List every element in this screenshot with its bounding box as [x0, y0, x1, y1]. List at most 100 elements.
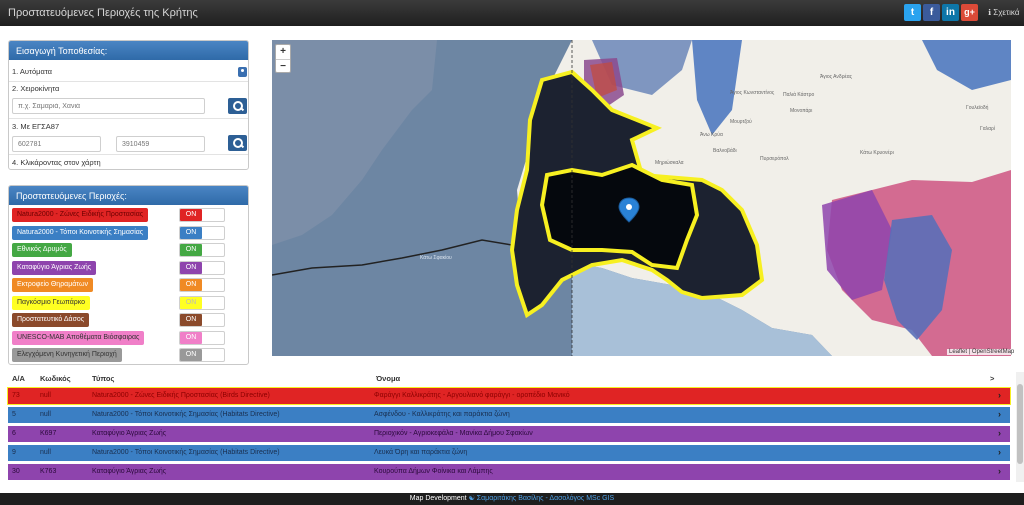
table-cell-type: Natura2000 - Ζώνες Ειδικής Προστασίας (B…	[92, 392, 270, 399]
table-cell-code: null	[40, 449, 51, 456]
area-layer-toggle[interactable]: ON	[179, 313, 225, 327]
divider	[9, 81, 248, 82]
col-code: Κωδικός	[40, 374, 71, 383]
table-row[interactable]: 30 K763 Καταφύγιο Άγριας Ζωής Κουρούπα Δήμω…	[8, 464, 1010, 480]
area-layer-toggle[interactable]: ON	[179, 330, 225, 345]
area-layer-toggle[interactable]: ON	[179, 208, 225, 222]
toggle-on-state[interactable]: ON	[180, 261, 202, 274]
table-cell-aa: 5	[12, 411, 16, 418]
footer-author-link[interactable]: ☯ Σαμαριτάκης Βασίλης - Δασολόγος MSc GI…	[469, 495, 615, 502]
facebook-icon[interactable]: f	[923, 4, 940, 21]
map-place-label: Μηριώσκαλα	[655, 160, 684, 166]
table-row[interactable]: 73 null Natura2000 - Ζώνες Ειδικής Προστασ…	[7, 387, 1011, 405]
results-table-header: Α/Α Κωδικός Τύπος Όνομα >	[8, 372, 1010, 386]
top-navbar: Προστατευόμενες Περιοχές της Κρήτης t f …	[0, 0, 1024, 26]
table-cell-name: Περιοχικόν - Αγριοκεφάλα - Μανίκα Δήμου …	[374, 430, 533, 437]
map-place-label: Γουλεϊοδή	[966, 105, 989, 111]
area-layer-toggle[interactable]: ON	[179, 260, 225, 275]
egsa-search-button[interactable]	[228, 135, 247, 151]
divider	[9, 118, 248, 119]
table-cell-code: null	[40, 392, 51, 399]
table-cell-code: K697	[40, 430, 57, 437]
table-cell-name: Φαράγγι Καλλικράτης - Αργουλιανό φαράγγι…	[374, 392, 570, 399]
zoom-out-button[interactable]: −	[276, 59, 290, 73]
map-attribution[interactable]: Leaflet | OpenStreetMap	[947, 349, 1017, 355]
google-plus-icon[interactable]: g+	[961, 4, 978, 21]
location-panel: Εισαγωγή Τοποθεσίας: 1. Αυτόματα 2. Χειρ…	[8, 40, 249, 170]
area-layer-label: Ελεγχόμενη Κυνηγετική Περιοχή	[12, 348, 122, 362]
table-cell-type: Καταφύγιο Άγριας Ζωής	[92, 430, 167, 437]
area-layer-label: Εθνικός Δρυμός	[12, 243, 72, 257]
col-type: Τύπος	[92, 374, 115, 383]
area-layer-label: Εκτροφείο Θηραμάτων	[12, 278, 93, 292]
protected-areas-panel: Προστατευόμενες Περιοχές: Natura2000 - Ζ…	[8, 185, 249, 365]
toggle-on-state[interactable]: ON	[180, 226, 202, 239]
row-chevron-icon[interactable]: ›	[998, 466, 1001, 476]
row-chevron-icon[interactable]: ›	[998, 409, 1001, 419]
area-layer-label: Natura2000 - Ζώνες Ειδικής Προστασίας	[12, 208, 149, 222]
table-cell-type: Natura2000 - Τόποι Κοινοτικής Σημασίας (…	[92, 411, 280, 418]
table-cell-type: Natura2000 - Τόποι Κοινοτικής Σημασίας (…	[92, 449, 280, 456]
area-layer-toggle[interactable]: ON	[179, 295, 225, 310]
table-cell-name: Λευκά Όρη και παράκτια ζώνη	[374, 449, 468, 456]
protected-areas-title: Προστατευόμενες Περιοχές:	[9, 186, 248, 205]
map-place-label: Άγιος Ανδρέας	[820, 74, 853, 80]
map-canvas[interactable]	[272, 40, 1011, 356]
area-layer-label: Προστατευτικό Δάσος	[12, 313, 90, 327]
toggle-on-state[interactable]: ON	[180, 209, 202, 221]
twitter-icon[interactable]: t	[904, 4, 921, 21]
location-panel-title: Εισαγωγή Τοποθεσίας:	[9, 41, 248, 60]
toggle-on-state[interactable]: ON	[180, 349, 202, 361]
map-place-label: Παλιά Κάστρο	[783, 92, 815, 98]
map-click-label: 4. Κλικάροντας στον χάρτη	[12, 158, 101, 167]
area-layer-toggle[interactable]: ON	[179, 225, 225, 240]
row-chevron-icon[interactable]: ›	[998, 428, 1001, 438]
scrollbar-thumb[interactable]	[1017, 384, 1023, 464]
col-more: >	[990, 374, 995, 383]
toggle-on-state[interactable]: ON	[180, 296, 202, 309]
table-row[interactable]: 5 null Natura2000 - Τόποι Κοινοτικής Σημασ…	[8, 407, 1010, 423]
map-place-label: Μονοπάρι	[790, 108, 813, 114]
map-place-label: Άγιος Κωνσταντίνος	[730, 90, 775, 96]
toggle-on-state[interactable]: ON	[180, 331, 202, 344]
egsa-location-label: 3. Με ΕΓΣΑ87	[12, 122, 60, 131]
col-name: Όνομα	[376, 374, 401, 383]
linkedin-icon[interactable]: in	[942, 4, 959, 21]
manual-location-label: 2. Χειροκίνητα	[12, 84, 60, 93]
map-place-label: Άνω Κρύα	[700, 132, 723, 138]
table-row[interactable]: 6 K697 Καταφύγιο Άγριας Ζωής Περιοχικόν - Α…	[8, 426, 1010, 442]
place-search-input[interactable]	[12, 98, 205, 114]
map-view[interactable]	[272, 40, 1011, 356]
table-cell-code: null	[40, 411, 51, 418]
area-layer-toggle[interactable]: ON	[179, 348, 225, 362]
coastline	[272, 239, 513, 276]
table-scrollbar[interactable]	[1016, 372, 1024, 482]
table-cell-aa: 9	[12, 449, 16, 456]
row-chevron-icon[interactable]: ›	[998, 390, 1001, 400]
toggle-on-state[interactable]: ON	[180, 314, 202, 326]
footer: Map Development ☯ Σαμαριτάκης Βασίλης - …	[0, 493, 1024, 505]
egsa-x-input[interactable]	[12, 136, 101, 152]
locate-pin-icon[interactable]	[238, 67, 247, 77]
toggle-on-state[interactable]: ON	[180, 279, 202, 291]
area-layer-label: Natura2000 - Τόποι Κοινοτικής Σημασίας	[12, 225, 149, 240]
map-place-label: Γαλαρί	[980, 126, 995, 132]
row-chevron-icon[interactable]: ›	[998, 447, 1001, 457]
area-layer-toggle[interactable]: ON	[179, 278, 225, 292]
table-row[interactable]: 9 null Natura2000 - Τόποι Κοινοτικής Σημασ…	[8, 445, 1010, 461]
place-search-button[interactable]	[228, 98, 247, 114]
map-place-label: Κάτω Κρυονέρι	[860, 150, 894, 156]
area-layer-label: Καταφύγιο Άγριας Ζωής	[12, 260, 97, 275]
area-layer-label: Παγκόσμιο Γεωπάρκο	[12, 295, 91, 310]
col-aa: Α/Α	[12, 374, 25, 383]
toggle-on-state[interactable]: ON	[180, 244, 202, 256]
egsa-y-input[interactable]	[116, 136, 205, 152]
about-link[interactable]: ℹ Σχετικά	[988, 8, 1019, 17]
area-layer-toggle[interactable]: ON	[179, 243, 225, 257]
table-cell-aa: 30	[12, 468, 20, 475]
zoom-in-button[interactable]: +	[276, 45, 290, 59]
area-layer-label: UNESCO-MAB Αποθέματα Βιόσφαιρας	[12, 330, 145, 345]
table-cell-aa: 73	[12, 392, 20, 399]
table-cell-type: Καταφύγιο Άγριας Ζωής	[92, 468, 167, 475]
zoom-control: + −	[275, 44, 291, 73]
